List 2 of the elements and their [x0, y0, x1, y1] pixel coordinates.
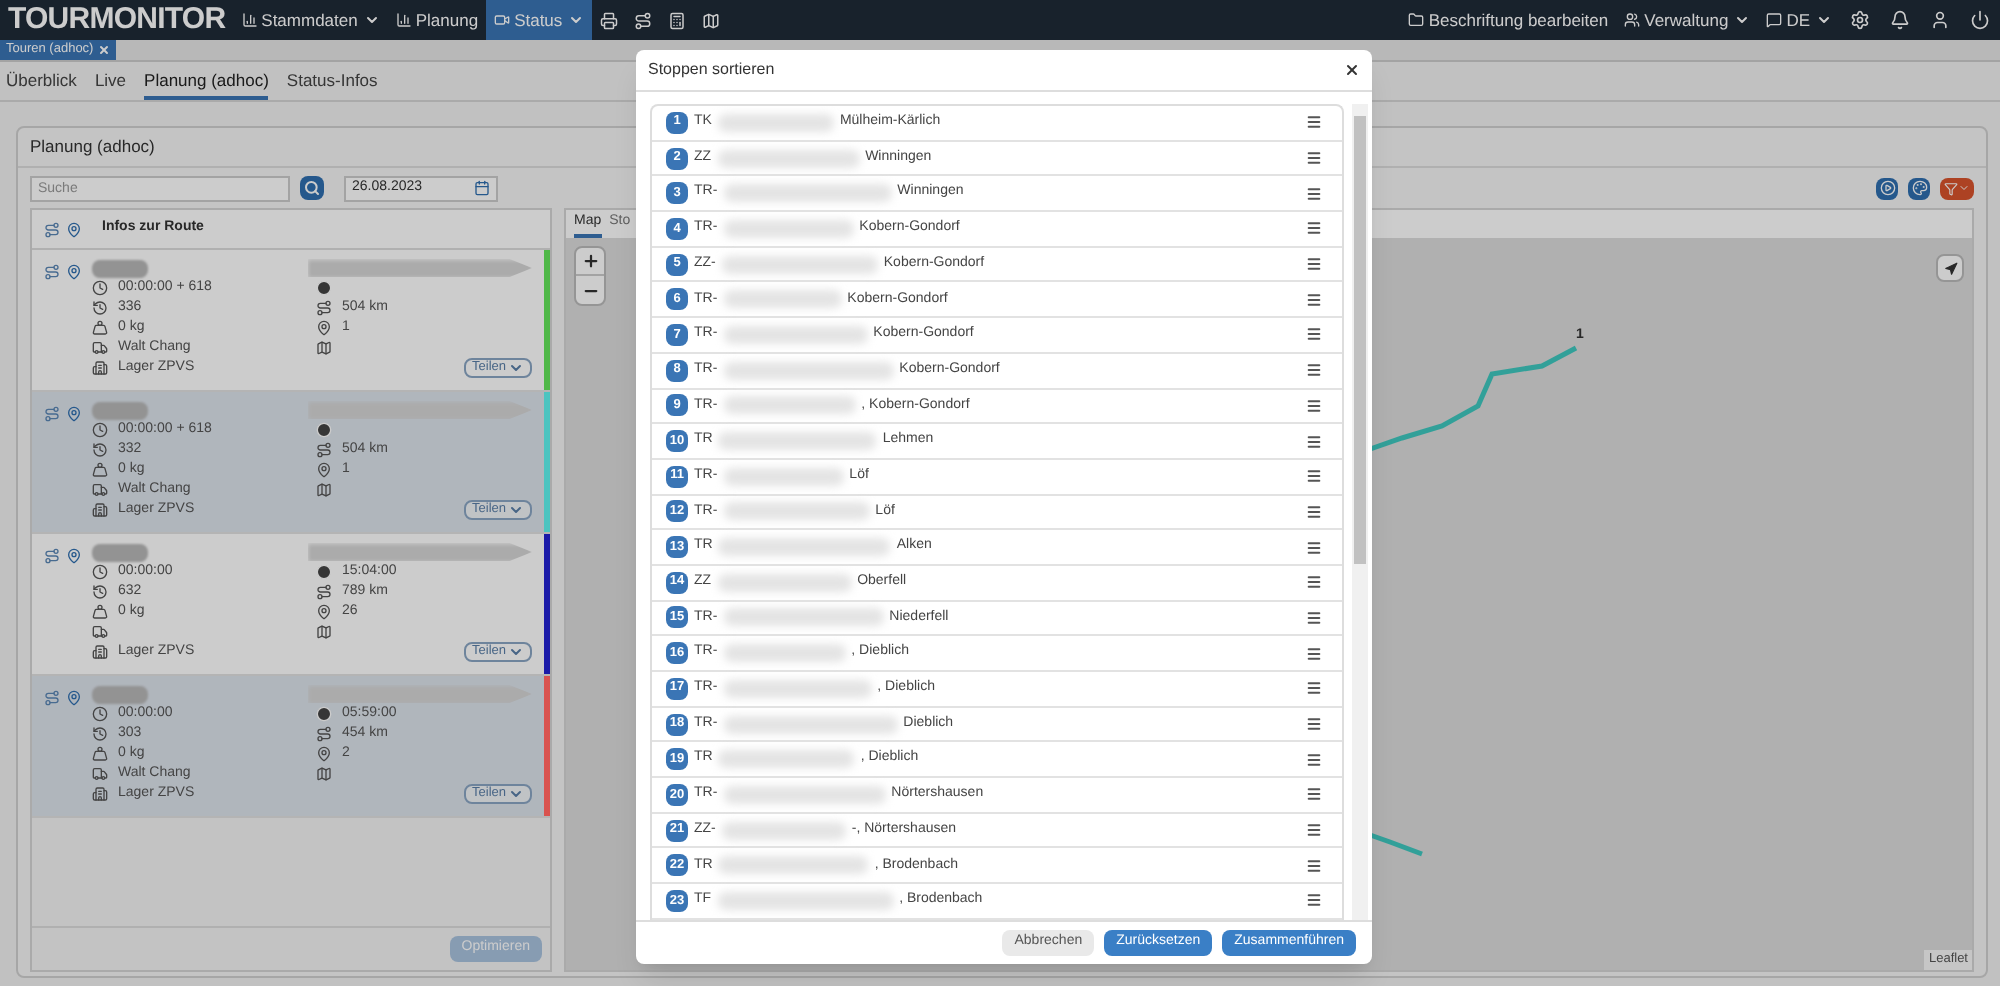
dialog-title: Stoppen sortieren	[648, 58, 775, 82]
panel-title: Planung (adhoc)	[30, 134, 155, 160]
